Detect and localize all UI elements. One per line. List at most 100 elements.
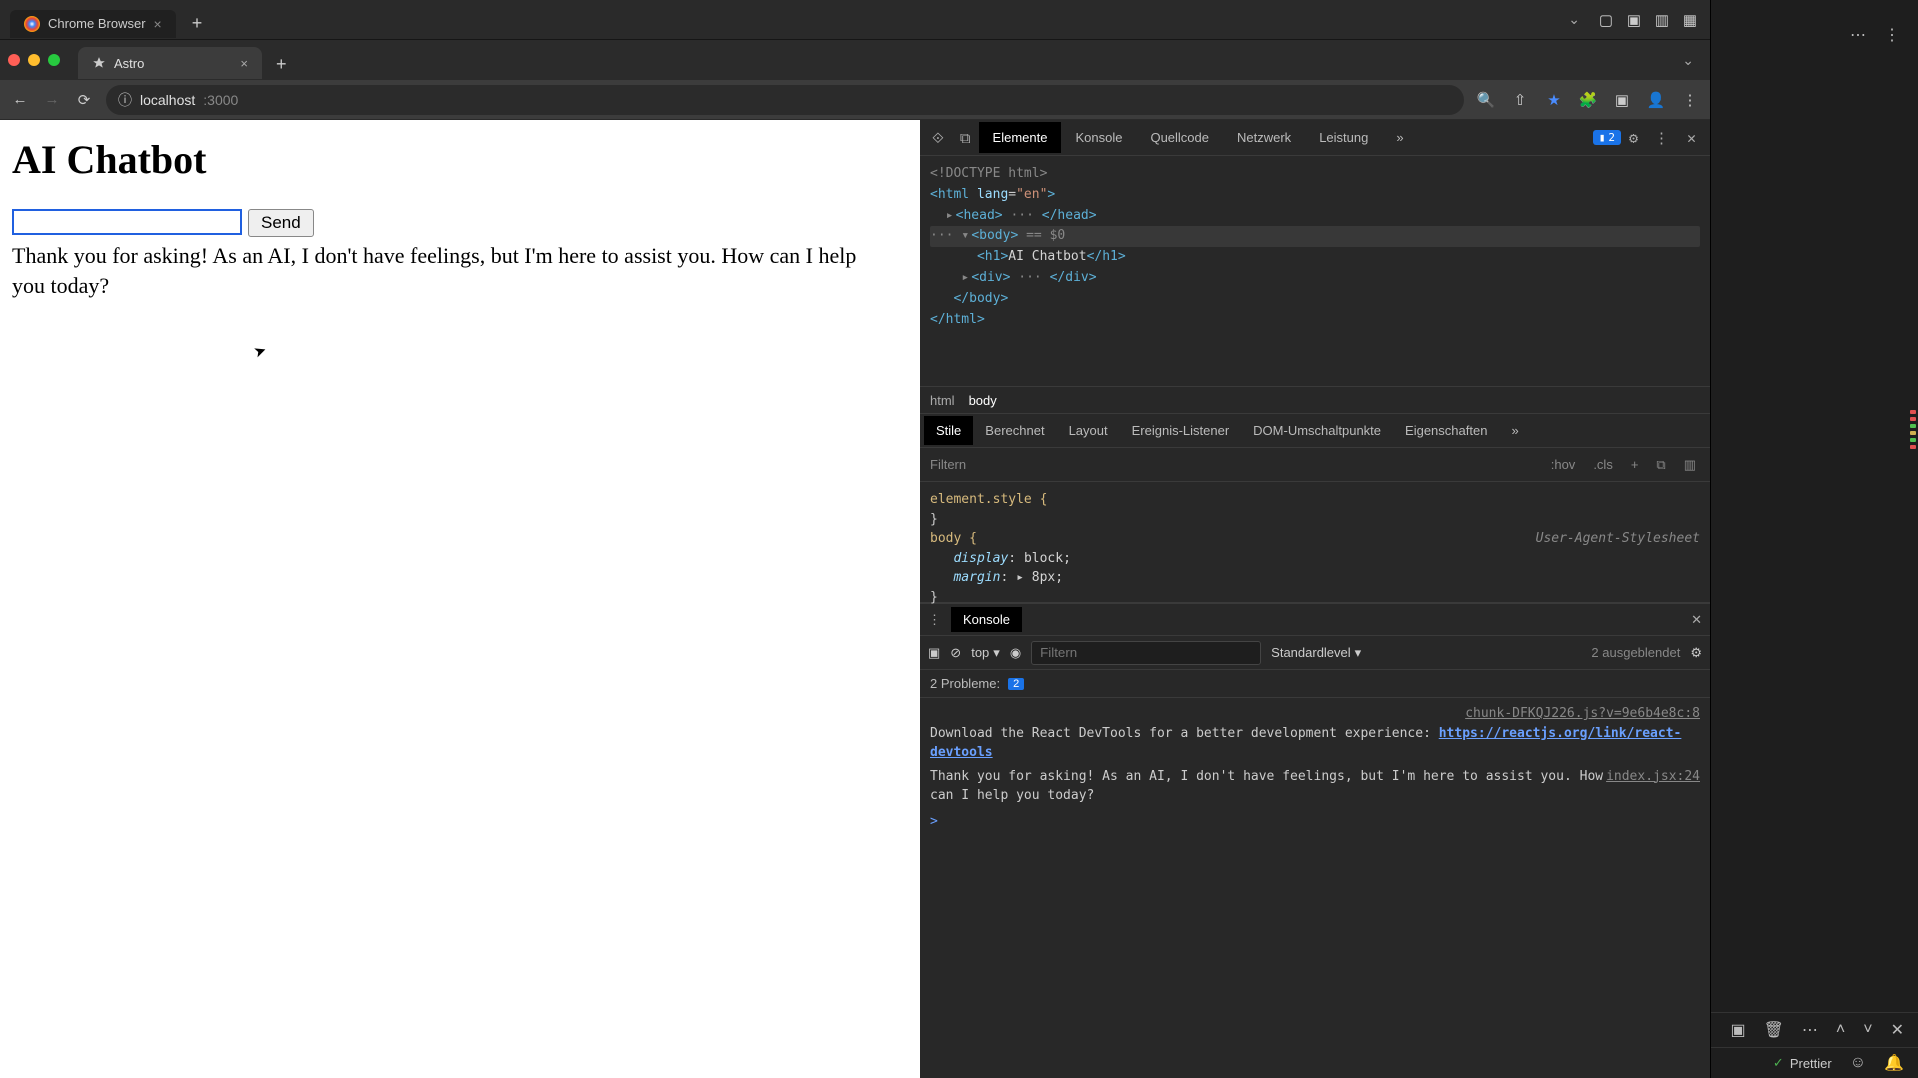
- bookmark-icon[interactable]: ★: [1544, 91, 1564, 109]
- styles-rules[interactable]: element.style { } User-Agent-Stylesheet …: [920, 482, 1710, 602]
- tabs-dropdown-icon[interactable]: ⌄: [1674, 52, 1702, 69]
- devtools-menu-icon[interactable]: ⋮: [1646, 129, 1677, 147]
- editor-panel: ⋯ ⋮ ▣ 🗑 ⋯ ˄ ˅ ✕ ✓ Prettier ☺ 🔔: [1710, 0, 1918, 1078]
- styles-tabbar: Stile Berechnet Layout Ereignis-Listener…: [920, 414, 1710, 448]
- reload-button[interactable]: ⟳: [74, 91, 94, 109]
- console-toolbar: ▣ ⊘ top ▾ ◉ Standardlevel ▾: [920, 636, 1710, 670]
- tab-close-icon[interactable]: ×: [240, 56, 248, 71]
- chat-input[interactable]: [12, 209, 242, 235]
- host-tabbar: Chrome Browser × + ⌄ ▢ ▣ ▥ ▦: [0, 0, 1710, 40]
- check-icon: ✓: [1773, 1055, 1784, 1071]
- cls-toggle[interactable]: .cls: [1589, 457, 1617, 472]
- tab-performance[interactable]: Leistung: [1305, 122, 1382, 153]
- share-icon[interactable]: ⇧: [1510, 91, 1530, 109]
- host-layout-icon-1[interactable]: ▢: [1596, 11, 1616, 29]
- tab-computed[interactable]: Berechnet: [973, 416, 1056, 445]
- styles-filter-bar: Filtern :hov .cls + ⧉ ▥: [920, 448, 1710, 482]
- inspect-element-icon[interactable]: ⟐: [924, 129, 952, 147]
- host-tabs-overflow-icon[interactable]: ⌄: [1560, 11, 1588, 28]
- profile-icon[interactable]: 👤: [1646, 91, 1666, 109]
- host-layout-icon-2[interactable]: ▣: [1624, 11, 1644, 29]
- close-window-button[interactable]: [8, 54, 20, 66]
- forward-button[interactable]: →: [42, 91, 62, 108]
- tab-network[interactable]: Netzwerk: [1223, 122, 1305, 153]
- host-layout-icon-3[interactable]: ▥: [1652, 11, 1672, 29]
- hidden-messages-count[interactable]: 2 ausgeblendet: [1591, 645, 1680, 660]
- host-new-tab-button[interactable]: +: [184, 13, 211, 34]
- chevron-down-icon: ▾: [1355, 645, 1362, 661]
- console-prompt-icon[interactable]: >: [930, 814, 938, 829]
- tab-styles[interactable]: Stile: [924, 416, 973, 445]
- browser-tab-astro[interactable]: Astro ×: [78, 47, 262, 79]
- side-panel-icon[interactable]: ▣: [1612, 91, 1632, 109]
- host-tab-close-icon[interactable]: ×: [154, 16, 162, 32]
- styles-tool-2-icon[interactable]: ▥: [1680, 457, 1700, 473]
- console-drawer-tab[interactable]: Konsole: [951, 607, 1022, 632]
- maximize-window-button[interactable]: [48, 54, 60, 66]
- zoom-icon[interactable]: 🔍: [1476, 91, 1496, 109]
- new-style-rule-icon[interactable]: +: [1627, 457, 1643, 472]
- tab-dom-breakpoints[interactable]: DOM-Umschaltpunkte: [1241, 416, 1393, 445]
- source-link[interactable]: index.jsx:24: [1606, 767, 1700, 787]
- tab-listeners[interactable]: Ereignis-Listener: [1120, 416, 1242, 445]
- elements-tree[interactable]: <!DOCTYPE html> <html lang="en"> ▸<head>…: [920, 156, 1710, 386]
- log-level-selector[interactable]: Standardlevel ▾: [1271, 645, 1361, 661]
- editor-menu-icon[interactable]: ⋮: [1884, 25, 1900, 45]
- live-expression-icon[interactable]: ◉: [1010, 645, 1021, 661]
- chevron-down-icon[interactable]: ˅: [1863, 1021, 1872, 1039]
- console-sidebar-icon[interactable]: ▣: [928, 645, 940, 661]
- host-layout-icon-4[interactable]: ▦: [1680, 11, 1700, 29]
- prettier-status[interactable]: ✓ Prettier: [1773, 1055, 1832, 1071]
- console-settings-icon[interactable]: ⚙: [1690, 645, 1702, 661]
- back-button[interactable]: ←: [10, 91, 30, 108]
- console-drawer-menu-icon[interactable]: ⋮: [928, 612, 941, 628]
- hov-toggle[interactable]: :hov: [1547, 457, 1580, 472]
- new-tab-button[interactable]: +: [268, 54, 295, 75]
- tab-styles-more[interactable]: »: [1499, 416, 1530, 445]
- page-title: AI Chatbot: [12, 136, 908, 183]
- devtools-close-icon[interactable]: ✕: [1677, 129, 1706, 147]
- browser-toolbar: ← → ⟳ ⓘ localhost:3000 🔍 ⇧ ★ 🧩 ▣ 👤 ⋮: [0, 80, 1710, 120]
- devtools-settings-icon[interactable]: ⚙: [1621, 129, 1646, 147]
- site-info-icon[interactable]: ⓘ: [118, 90, 132, 110]
- device-toolbar-icon[interactable]: ⧉: [952, 129, 979, 147]
- bell-icon[interactable]: 🔔: [1884, 1053, 1904, 1073]
- url-path: :3000: [203, 92, 238, 108]
- astro-favicon-icon: [92, 56, 106, 70]
- tab-layout[interactable]: Layout: [1057, 416, 1120, 445]
- browser-menu-icon[interactable]: ⋮: [1680, 91, 1700, 109]
- panel-close-icon[interactable]: ✕: [1891, 1020, 1904, 1040]
- console-output[interactable]: chunk-DFKQJ226.js?v=9e6b4e8c:8 Download …: [920, 698, 1710, 1078]
- send-button[interactable]: Send: [248, 209, 314, 237]
- extensions-icon[interactable]: 🧩: [1578, 91, 1598, 109]
- console-clear-icon[interactable]: ⊘: [950, 645, 961, 661]
- panel-more-icon[interactable]: ⋯: [1802, 1020, 1818, 1040]
- editor-body: [1711, 70, 1918, 1012]
- editor-more-icon[interactable]: ⋯: [1850, 25, 1866, 45]
- tab-elements[interactable]: Elemente: [979, 122, 1062, 153]
- styles-filter-input[interactable]: Filtern: [930, 457, 1537, 472]
- console-drawer-header: ⋮ Konsole ✕: [920, 604, 1710, 636]
- feedback-icon[interactable]: ☺: [1850, 1054, 1866, 1072]
- console-filter-input[interactable]: [1031, 641, 1261, 665]
- minimize-window-button[interactable]: [28, 54, 40, 66]
- tab-properties[interactable]: Eigenschaften: [1393, 416, 1499, 445]
- chevron-up-icon[interactable]: ˄: [1836, 1021, 1845, 1039]
- host-tab-chrome[interactable]: Chrome Browser ×: [10, 10, 176, 38]
- source-link[interactable]: chunk-DFKQJ226.js?v=9e6b4e8c:8: [1465, 704, 1700, 724]
- breadcrumb-html[interactable]: html: [930, 393, 955, 408]
- styles-tool-1-icon[interactable]: ⧉: [1652, 457, 1669, 473]
- chrome-window: Astro × + ⌄ ← → ⟳ ⓘ localhost:3000 🔍 ⇧: [0, 40, 1710, 1078]
- issues-label: 2 Probleme:: [930, 676, 1000, 691]
- tab-sources[interactable]: Quellcode: [1136, 122, 1223, 153]
- trash-icon[interactable]: 🗑: [1764, 1020, 1784, 1040]
- address-bar[interactable]: ⓘ localhost:3000: [106, 85, 1464, 115]
- tab-console[interactable]: Konsole: [1061, 122, 1136, 153]
- issues-badge[interactable]: ▮ 2: [1593, 130, 1621, 145]
- tab-more[interactable]: »: [1382, 122, 1417, 153]
- context-selector[interactable]: top ▾: [971, 645, 1000, 661]
- console-issues-bar[interactable]: 2 Probleme: 2: [920, 670, 1710, 698]
- panel-layout-icon[interactable]: ▣: [1730, 1020, 1745, 1040]
- breadcrumb-body[interactable]: body: [969, 393, 997, 408]
- console-drawer-close-icon[interactable]: ✕: [1691, 612, 1702, 628]
